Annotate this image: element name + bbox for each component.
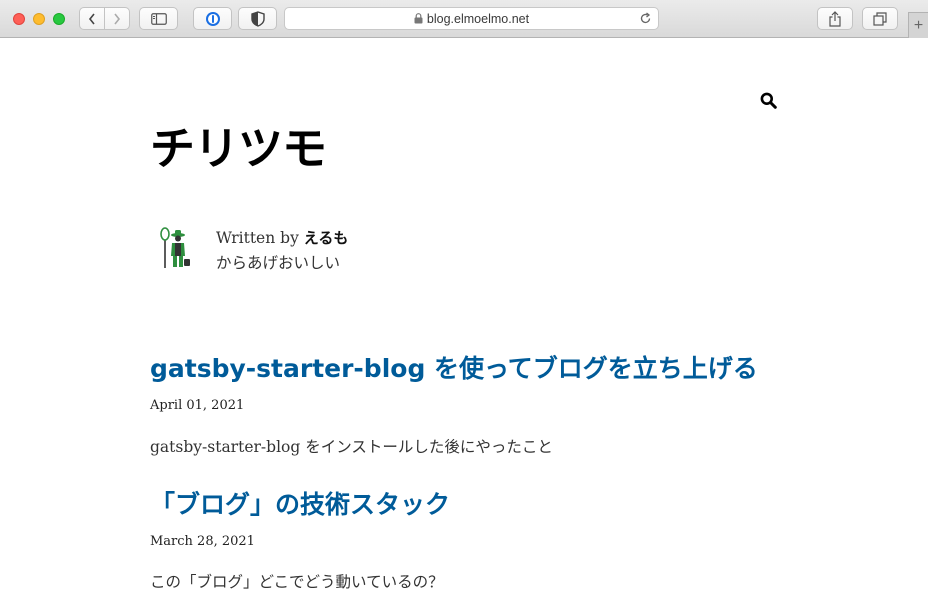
post-title-link[interactable]: gatsby-starter-blog を使ってブログを立ち上げる [150,352,758,386]
browser-toolbar: blog.elmoelmo.net + [0,0,928,38]
sidebar-button[interactable] [139,7,178,30]
close-window-button[interactable] [13,13,25,25]
author-name: えるも [303,229,349,247]
search-icon [760,92,777,109]
1password-icon [205,11,220,26]
back-button[interactable] [79,7,105,30]
search-button[interactable] [760,92,777,109]
lock-icon [414,13,423,24]
shield-button[interactable] [238,7,277,30]
chevron-right-icon [114,13,121,24]
address-bar[interactable]: blog.elmoelmo.net [284,7,659,30]
new-tab-button[interactable]: + [908,12,928,38]
author-bio: Written by えるも からあげおいしい [216,226,348,276]
bio-line: Written by えるも [216,226,348,251]
tab-overview-icon [873,11,887,26]
author-tagline: からあげおいしい [216,254,341,272]
post-date: March 28, 2021 [150,534,255,549]
post-date: April 01, 2021 [150,398,245,413]
written-by-label: Written by [216,229,299,247]
tab-overview-button[interactable] [862,7,898,30]
chevron-left-icon [88,13,95,24]
share-button[interactable] [817,7,853,30]
address-url: blog.elmoelmo.net [426,11,530,26]
share-icon [829,10,841,27]
reload-icon [640,12,651,24]
post-description: この「ブログ」どこでどう動いているの？ [150,573,444,591]
site-title[interactable]: チリツモ [150,120,327,178]
reload-button[interactable] [639,12,652,28]
shield-icon [250,10,265,27]
plus-icon: + [913,16,924,34]
post-description: gatsby-starter-blog をインストールした後にやったこと [150,438,553,456]
minimize-window-button[interactable] [33,13,45,25]
post-title-link[interactable]: 「ブログ」の技術スタック [150,488,450,522]
avatar [158,226,192,270]
forward-button[interactable] [104,7,130,30]
onepassword-button[interactable] [193,7,232,30]
zoom-window-button[interactable] [53,13,65,25]
sidebar-icon [150,12,167,25]
farmer-avatar-icon [160,227,190,268]
